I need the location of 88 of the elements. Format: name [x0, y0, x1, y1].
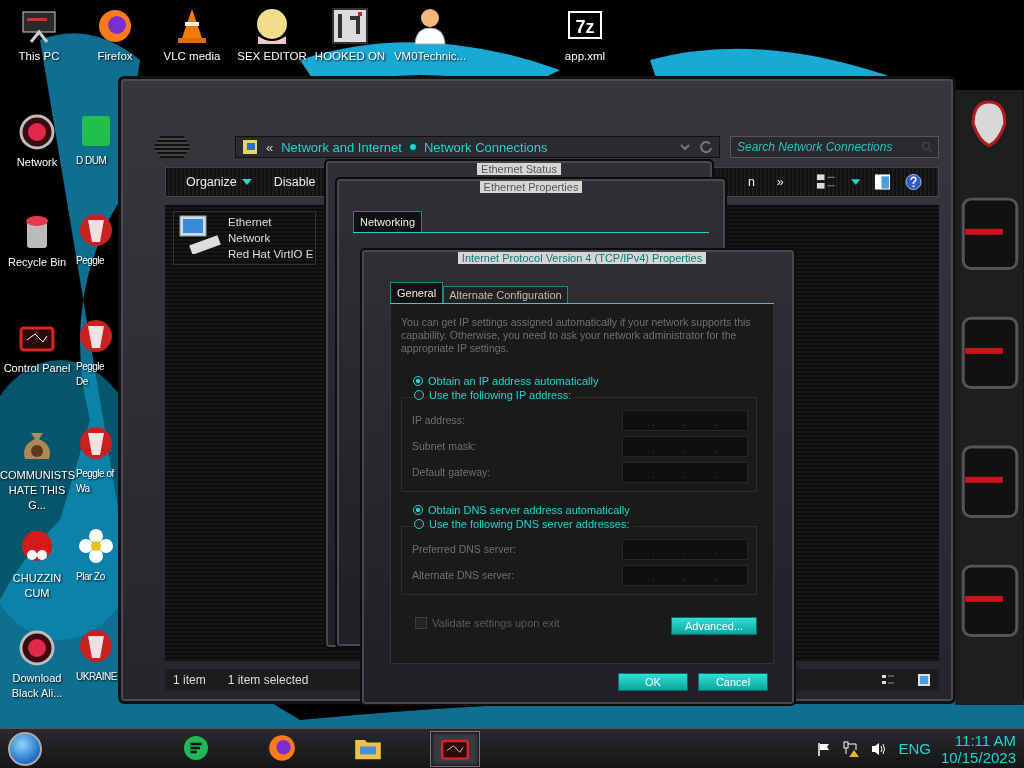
desktop-icon-label[interactable]: VLC media [163, 49, 221, 64]
octet-separator: . [683, 415, 687, 430]
orb-icon[interactable] [17, 628, 57, 668]
back-chevrons[interactable]: « [266, 139, 274, 155]
address-bar[interactable]: « Network and Internet Network Connections [235, 136, 720, 158]
field-label: Default gateway: [412, 466, 491, 478]
desktop-icon-label[interactable]: Firefox [97, 49, 133, 64]
toolbar-button[interactable]: Organize [182, 173, 256, 191]
status-text: 1 item [173, 673, 206, 687]
status-text: 1 item selected [227, 673, 309, 687]
octet-separator: . [651, 467, 655, 482]
octet-separator: . [683, 544, 687, 559]
octet-separator: . [651, 415, 655, 430]
view-options-icon[interactable] [815, 173, 837, 191]
octet-separator: . [683, 570, 687, 585]
refresh-icon[interactable] [699, 140, 713, 154]
desktop-icon-label[interactable]: CHUZZIN CUM [0, 571, 74, 601]
toolbar-button[interactable]: Disable [269, 173, 320, 191]
octet-separator: . [683, 441, 687, 456]
radio-button[interactable] [413, 505, 423, 515]
breadcrumb-link[interactable]: Network Connections [423, 139, 548, 155]
octet-separator: . [651, 544, 655, 559]
item-text: Red Hat VirtIO E [228, 247, 314, 262]
network-warning-icon[interactable] [842, 739, 861, 758]
desktop-icon-label[interactable]: Network [16, 155, 58, 170]
search-icon [921, 141, 933, 153]
radio-label[interactable]: Obtain an IP address automatically [428, 375, 602, 387]
desktop-icon-label[interactable]: D DUM [76, 153, 107, 168]
item-text: Network [228, 231, 272, 246]
window-title: Ethernet Status [477, 163, 561, 175]
desktop-icon-label[interactable]: Peggle De [76, 359, 114, 389]
field-label: Preferred DNS server: [412, 543, 516, 555]
start-button[interactable] [8, 731, 42, 766]
field-label: Alternate DNS server: [412, 569, 515, 581]
window-title: Ethernet Properties [479, 181, 583, 193]
octet-separator: . [715, 441, 719, 456]
orb-icon[interactable] [17, 112, 57, 152]
details-view-icon[interactable] [881, 673, 895, 687]
item-text: Ethernet [228, 215, 273, 230]
chevron-down-icon[interactable] [679, 141, 691, 153]
preview-pane-icon[interactable] [874, 173, 891, 191]
radio-label[interactable]: Obtain DNS server address automatically [428, 504, 633, 516]
clock-time: 11:11 AM [954, 731, 1016, 749]
octet-separator: . [651, 570, 655, 585]
intro-text: You can get IP settings assigned automatically if your network supports this capability. Otherwise, you need to ask your network administrator for the appropriate IP settings. [401, 316, 752, 355]
desktop-icon-label[interactable]: SEX EDITOR [237, 49, 307, 64]
search-field[interactable]: Search Network Connections [730, 136, 939, 158]
maze-tile-icon[interactable] [330, 6, 370, 46]
desktop-icon-label[interactable]: Plar Zo [76, 569, 105, 584]
flower-icon[interactable] [76, 526, 116, 566]
toolbar-button[interactable]: n [743, 173, 759, 191]
desktop-icon-label[interactable]: Recycle Bin [7, 255, 67, 270]
desktop-icon-label[interactable]: Download Black Ali... [0, 671, 74, 701]
tab[interactable]: Alternate Configuration [443, 286, 568, 303]
tiles-view-icon[interactable] [917, 673, 931, 687]
radio-button[interactable] [413, 376, 423, 386]
octet-separator: . [715, 544, 719, 559]
radio-button[interactable] [414, 390, 424, 400]
field-label: IP address: [412, 414, 465, 426]
dialog-title: Internet Protocol Version 4 (TCP/IPv4) Properties [457, 252, 707, 264]
dropdown-arrow-icon[interactable] [850, 179, 860, 185]
octet-separator: . [715, 467, 719, 482]
desktop-icon-label[interactable]: COMMUNISTS HATE THIS G... [0, 468, 74, 513]
network-adapter-item[interactable]: Ethernet Network Red Hat VirtIO E [173, 211, 317, 265]
breadcrumb-separator-icon [409, 144, 416, 150]
breadcrumb-link[interactable]: Network and Internet [281, 139, 402, 155]
octet-separator: . [651, 441, 655, 456]
toolbar-button[interactable]: » [772, 173, 788, 191]
desktop-icon-label[interactable]: This PC [18, 49, 60, 64]
desktop-icon-label[interactable]: Peggle of Wa [76, 466, 114, 496]
vent-icon [153, 136, 191, 158]
octet-separator: . [683, 467, 687, 482]
radio-button[interactable] [414, 519, 424, 529]
help-icon[interactable] [905, 173, 922, 191]
desktop-icon-label[interactable]: Control Panel [3, 361, 71, 376]
radio-label[interactable]: Use the following DNS server addresses: [429, 518, 633, 530]
clock[interactable]: 11:11 AM 10/15/2023 [940, 731, 1016, 766]
network-adapter-icon [176, 214, 224, 254]
octet-separator: . [715, 415, 719, 430]
tab[interactable]: Networking [353, 211, 423, 232]
radio-label[interactable]: Use the following IP address: [429, 389, 575, 401]
desktop-icon-label[interactable]: app.xml [564, 49, 606, 64]
tab[interactable]: General [390, 282, 444, 303]
network-folder-icon [242, 139, 258, 155]
field-label: Subnet mask: [412, 440, 477, 452]
octet-separator: . [715, 570, 719, 585]
language-indicator[interactable]: ENG [898, 740, 931, 757]
clock-date: 10/15/2023 [940, 748, 1016, 766]
